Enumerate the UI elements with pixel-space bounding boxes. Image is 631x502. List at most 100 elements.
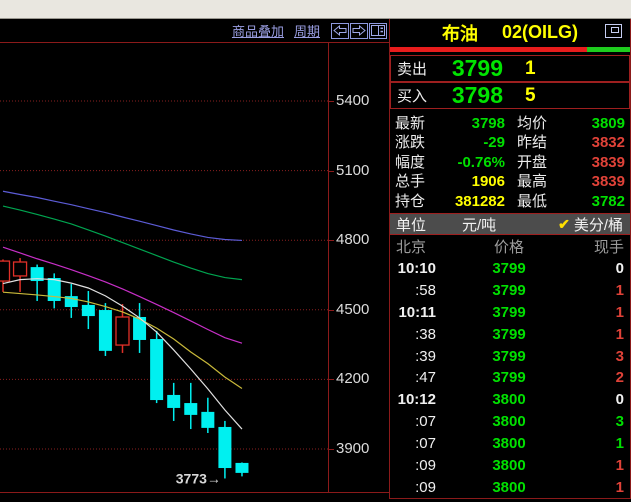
tick-header-qty: 现手 <box>568 239 624 257</box>
stat-label: 总手 <box>395 172 437 191</box>
tick-qty: 1 <box>568 433 624 455</box>
tick-row: :38 3799 1 <box>390 324 630 346</box>
bid-row[interactable]: 买入 3798 5 <box>390 82 630 109</box>
unit-option-cents-barrel[interactable]: ✔ 美分/桶 <box>558 214 630 235</box>
tick-price: 3799 <box>436 258 568 280</box>
ask-label: 卖出 <box>391 58 447 79</box>
axis-label: 4200 <box>336 370 369 387</box>
stat-label: 持仓 <box>395 192 437 211</box>
stat-row: 最新 3798 均价 3809 <box>390 114 630 133</box>
stat-label: 昨结 <box>505 133 583 152</box>
quote-panel: 布油 02(OILG) 卖出 3799 1 买入 3798 5 最新 3798 … <box>389 19 631 499</box>
axis-label: 5100 <box>336 162 369 179</box>
tick-qty: 0 <box>568 258 624 280</box>
stat-label: 开盘 <box>505 153 583 172</box>
tick-time: :09 <box>396 477 436 499</box>
tick-header-price: 价格 <box>436 239 568 257</box>
tick-row: 10:11 3799 1 <box>390 302 630 324</box>
stat-label: 最低 <box>505 192 583 211</box>
tick-time: :47 <box>396 367 436 389</box>
tick-row: :58 3799 1 <box>390 280 630 302</box>
tick-qty: 0 <box>568 389 624 411</box>
stat-value: -29 <box>437 133 505 152</box>
stat-label: 幅度 <box>395 153 437 172</box>
kline-chart[interactable]: 3773→ <box>0 43 328 492</box>
tick-price: 3799 <box>436 324 568 346</box>
commodity-overlay-link[interactable]: 商品叠加 <box>232 21 284 40</box>
stat-label: 涨跌 <box>395 133 437 152</box>
stat-value: 3839 <box>583 153 625 172</box>
left-arrow-icon <box>333 25 347 37</box>
stat-label: 最高 <box>505 172 583 191</box>
tick-time: :07 <box>396 411 436 433</box>
tick-price: 3800 <box>436 477 568 499</box>
check-icon: ✔ <box>558 216 570 233</box>
stat-value: 381282 <box>437 192 505 211</box>
unit-option-yuan-ton[interactable]: 元/吨 <box>462 214 532 235</box>
tick-price: 3800 <box>436 411 568 433</box>
axis-label: 4500 <box>336 301 369 318</box>
tick-price: 3800 <box>436 455 568 477</box>
stat-row: 涨跌 -29 昨结 3832 <box>390 133 630 152</box>
tick-price: 3799 <box>436 346 568 368</box>
stat-value: 3798 <box>437 114 505 133</box>
split-window-button[interactable] <box>369 23 387 39</box>
tick-row: :07 3800 3 <box>390 411 630 433</box>
stat-value: -0.76% <box>437 153 505 172</box>
stat-row: 持仓 381282 最低 3782 <box>390 192 630 211</box>
ratio-bar-green-segment <box>587 47 630 52</box>
tick-qty: 1 <box>568 455 624 477</box>
tick-time: 10:11 <box>396 302 436 324</box>
tick-qty: 3 <box>568 411 624 433</box>
restore-window-icon <box>611 27 619 33</box>
ma-blue <box>3 191 242 240</box>
tick-time: :38 <box>396 324 436 346</box>
tick-price: 3800 <box>436 389 568 411</box>
tick-price: 3799 <box>436 302 568 324</box>
tick-row: 10:12 3800 0 <box>390 389 630 411</box>
restore-window-button[interactable] <box>605 24 622 38</box>
stat-label: 均价 <box>505 114 583 133</box>
period-link[interactable]: 周期 <box>294 21 320 40</box>
stat-row: 总手 1906 最高 3839 <box>390 172 630 191</box>
tick-qty: 1 <box>568 477 624 499</box>
unit-option-cents-label: 美分/桶 <box>574 214 623 235</box>
prev-chart-button[interactable] <box>331 23 349 39</box>
tick-time: 10:10 <box>396 258 436 280</box>
tick-list: 10:10 3799 0 :58 3799 1 10:11 3799 1 :38… <box>390 258 630 499</box>
tick-time: 10:12 <box>396 389 436 411</box>
axis-label: 4800 <box>336 231 369 248</box>
ma-white <box>3 279 242 429</box>
stat-value: 3839 <box>583 172 625 191</box>
tick-price: 3800 <box>436 433 568 455</box>
tick-row: 10:10 3799 0 <box>390 258 630 280</box>
axis-tick-mark <box>329 379 334 380</box>
tick-price: 3799 <box>436 367 568 389</box>
ask-row[interactable]: 卖出 3799 1 <box>390 55 630 82</box>
tick-qty: 1 <box>568 302 624 324</box>
stat-value: 1906 <box>437 172 505 191</box>
bid-qty: 5 <box>525 85 536 107</box>
axis-tick-mark <box>329 310 334 311</box>
tick-time: :58 <box>396 280 436 302</box>
stat-value: 3782 <box>583 192 625 211</box>
tick-qty: 3 <box>568 346 624 368</box>
kline-chart-area: 3773→ 5400 5100 4800 4500 4200 3900 <box>0 42 389 493</box>
chart-toolbar: 商品叠加 周期 <box>0 19 389 42</box>
window-titlebar-strip <box>0 0 631 19</box>
right-arrow-icon <box>352 25 366 37</box>
tick-row: :09 3800 1 <box>390 477 630 499</box>
axis-label: 5400 <box>336 92 369 109</box>
tick-time: :39 <box>396 346 436 368</box>
axis-label: 3900 <box>336 440 369 457</box>
tick-row: :09 3800 1 <box>390 455 630 477</box>
trading-app-screen: 商品叠加 周期 3773→ <box>0 0 631 502</box>
bid-price: 3798 <box>447 82 503 109</box>
tick-qty: 1 <box>568 324 624 346</box>
tick-row: :39 3799 3 <box>390 346 630 368</box>
next-chart-button[interactable] <box>350 23 368 39</box>
stats-grid: 最新 3798 均价 3809 涨跌 -29 昨结 3832 幅度 -0.76%… <box>390 114 630 211</box>
bull-bear-ratio-bar <box>390 47 630 52</box>
tick-row: :07 3800 1 <box>390 433 630 455</box>
ratio-bar-red-segment <box>390 47 587 52</box>
